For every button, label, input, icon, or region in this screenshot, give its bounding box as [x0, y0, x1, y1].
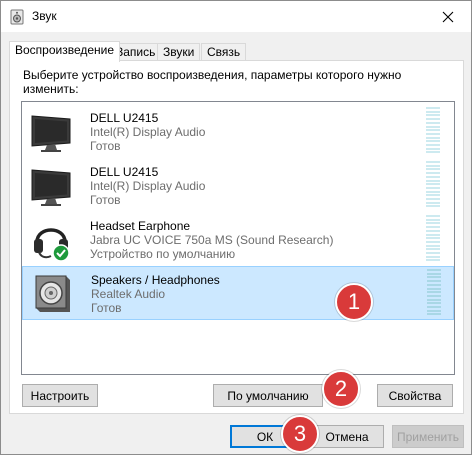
meter-segment	[426, 194, 440, 197]
level-meter	[426, 107, 440, 155]
meter-segment	[426, 168, 440, 171]
meter-segment	[426, 215, 440, 217]
device-status: Готов	[90, 139, 121, 153]
meter-segment	[426, 107, 440, 109]
meter-segment	[427, 272, 441, 275]
meter-segment	[426, 125, 440, 128]
level-meter	[426, 215, 440, 263]
meter-segment	[426, 244, 440, 247]
device-item[interactable]: Headset Earphone Jabra UC VOICE 750a MS …	[22, 213, 454, 267]
meter-segment	[426, 144, 440, 146]
meter-segment	[426, 118, 440, 121]
meter-segment	[426, 110, 440, 113]
close-button[interactable]	[425, 1, 471, 32]
properties-button[interactable]: Свойства	[377, 384, 453, 407]
set-default-button[interactable]: По умолчанию	[213, 384, 323, 407]
meter-segment	[426, 201, 440, 204]
device-driver: Intel(R) Display Audio	[90, 125, 206, 139]
close-icon	[442, 11, 454, 22]
meter-segment	[426, 114, 440, 117]
callout-3: 3	[281, 415, 319, 453]
device-name: Speakers / Headphones	[91, 273, 220, 287]
device-driver: Intel(R) Display Audio	[90, 179, 206, 193]
tab-sounds[interactable]: Звуки	[157, 43, 201, 61]
meter-segment	[426, 172, 440, 175]
meter-segment	[426, 183, 440, 186]
device-driver: Realtek Audio	[91, 287, 166, 301]
meter-segment	[426, 164, 440, 167]
tab-communications[interactable]: Связь	[201, 43, 247, 61]
meter-segment	[426, 233, 440, 236]
device-item[interactable]: DELL U2415 Intel(R) Display Audio Готов	[22, 159, 454, 213]
device-list[interactable]: DELL U2415 Intel(R) Display Audio Готов …	[21, 101, 455, 375]
monitor-icon	[31, 115, 71, 152]
meter-segment	[426, 237, 440, 240]
meter-segment	[427, 280, 441, 283]
device-status: Готов	[90, 193, 121, 207]
sound-dialog: Звук Воспроизведение Запись Звуки Связь …	[0, 0, 472, 455]
meter-segment	[426, 140, 440, 143]
level-meter	[426, 161, 440, 209]
meter-segment	[426, 186, 440, 189]
meter-segment	[426, 222, 440, 225]
meter-segment	[427, 294, 441, 297]
meter-segment	[426, 121, 440, 124]
meter-segment	[426, 259, 440, 262]
meter-segment	[426, 175, 440, 178]
device-status: Устройство по умолчанию	[90, 247, 236, 261]
device-status: Готов	[91, 301, 122, 315]
cancel-button[interactable]: Отмена	[310, 425, 384, 448]
meter-segment	[426, 129, 440, 132]
meter-segment	[427, 309, 441, 312]
meter-segment	[426, 248, 440, 251]
meter-segment	[427, 287, 441, 290]
title-bar[interactable]: Звук	[1, 1, 471, 32]
meter-segment	[426, 229, 440, 232]
device-name: DELL U2415	[90, 165, 159, 179]
headset-icon	[34, 228, 70, 262]
meter-segment	[426, 226, 440, 229]
meter-segment	[426, 198, 440, 200]
callout-2: 2	[322, 370, 360, 408]
meter-segment	[426, 161, 440, 163]
meter-segment	[426, 255, 440, 258]
meter-segment	[427, 291, 441, 294]
meter-segment	[427, 269, 441, 271]
meter-segment	[427, 306, 441, 308]
meter-segment	[426, 151, 440, 154]
meter-segment	[426, 240, 440, 243]
meter-segment	[426, 205, 440, 208]
window-title: Звук	[32, 9, 57, 23]
meter-segment	[426, 132, 440, 135]
meter-segment	[426, 218, 440, 221]
meter-segment	[427, 313, 441, 316]
device-name: Headset Earphone	[90, 219, 191, 233]
meter-segment	[426, 136, 440, 139]
meter-segment	[427, 298, 441, 301]
meter-segment	[427, 283, 441, 286]
check-badge-icon	[52, 244, 70, 262]
callout-1: 1	[335, 283, 373, 321]
instruction-text: Выберите устройство воспроизведения, пар…	[23, 68, 402, 96]
level-meter	[427, 269, 441, 317]
meter-segment	[427, 276, 441, 279]
device-item[interactable]: DELL U2415 Intel(R) Display Audio Готов	[22, 105, 454, 159]
meter-segment	[426, 147, 440, 150]
configure-button[interactable]: Настроить	[22, 384, 98, 407]
meter-segment	[427, 302, 441, 305]
tab-playback[interactable]: Воспроизведение	[9, 41, 121, 62]
speaker-app-icon	[10, 9, 24, 25]
device-name: DELL U2415	[90, 111, 159, 125]
monitor-icon	[31, 169, 71, 206]
meter-segment	[426, 179, 440, 182]
meter-segment	[426, 252, 440, 254]
meter-segment	[426, 190, 440, 193]
device-driver: Jabra UC VOICE 750a MS (Sound Research)	[90, 233, 334, 247]
speaker-icon	[35, 275, 70, 312]
tab-panel: Выберите устройство воспроизведения, пар…	[9, 60, 464, 414]
apply-button[interactable]: Применить	[392, 425, 464, 448]
device-item-selected[interactable]: Speakers / Headphones Realtek Audio Гото…	[22, 266, 454, 320]
